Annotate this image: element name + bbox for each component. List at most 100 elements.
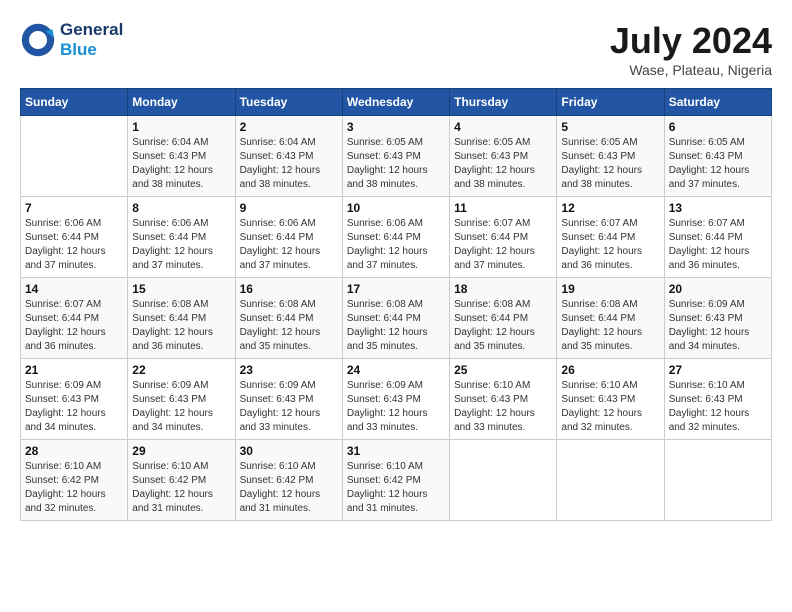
- day-number: 15: [132, 282, 230, 296]
- calendar-cell: 9Sunrise: 6:06 AM Sunset: 6:44 PM Daylig…: [235, 197, 342, 278]
- day-number: 6: [669, 120, 767, 134]
- calendar-cell: 21 Sunrise: 6:09 AM Sunset: 6:43 PM Dayli…: [21, 359, 128, 440]
- week-row-3: 14 Sunrise: 6:07 AM Sunset: 6:44 PM Dayli…: [21, 278, 772, 359]
- weekday-header-friday: Friday: [557, 89, 664, 116]
- day-info: Sunrise: 6:06 AM Sunset: 6:44 PM Dayligh…: [132, 217, 230, 273]
- day-info: Sunrise: 6:07 AM Sunset: 6:44 PM Dayligh…: [561, 217, 659, 273]
- day-info: Sunrise: 6:05 AM Sunset: 6:43 PM Dayligh…: [561, 136, 659, 192]
- calendar-cell: [21, 116, 128, 197]
- calendar-cell: 1 Sunrise: 6:04 AM Sunset: 6:43 PM Daylig…: [128, 116, 235, 197]
- day-number: 4: [454, 120, 552, 134]
- day-number: 5: [561, 120, 659, 134]
- weekday-header-wednesday: Wednesday: [342, 89, 449, 116]
- logo: General Blue: [20, 20, 123, 60]
- day-info: Sunrise: 6:09 AM Sunset: 6:43 PM Dayligh…: [669, 298, 767, 354]
- calendar-cell: 22 Sunrise: 6:09 AM Sunset: 6:43 PM Dayli…: [128, 359, 235, 440]
- day-info: Sunrise: 6:04 AM Sunset: 6:43 PM Dayligh…: [240, 136, 338, 192]
- header: General Blue July 2024 Wase, Plateau, Ni…: [20, 20, 772, 78]
- day-number: 13: [669, 201, 767, 215]
- calendar-cell: 24Sunrise: 6:09 AM Sunset: 6:43 PM Dayli…: [342, 359, 449, 440]
- calendar-cell: 6Sunrise: 6:05 AM Sunset: 6:43 PM Daylig…: [664, 116, 771, 197]
- day-info: Sunrise: 6:10 AM Sunset: 6:42 PM Dayligh…: [25, 460, 123, 516]
- day-number: 30: [240, 444, 338, 458]
- month-year: July 2024: [610, 20, 772, 62]
- calendar-cell: 26 Sunrise: 6:10 AM Sunset: 6:43 PM Dayli…: [557, 359, 664, 440]
- weekday-header-saturday: Saturday: [664, 89, 771, 116]
- calendar-cell: 29 Sunrise: 6:10 AM Sunset: 6:42 PM Dayli…: [128, 440, 235, 521]
- day-info: Sunrise: 6:10 AM Sunset: 6:43 PM Dayligh…: [454, 379, 552, 435]
- day-info: Sunrise: 6:09 AM Sunset: 6:43 PM Dayligh…: [240, 379, 338, 435]
- calendar-cell: 18Sunrise: 6:08 AM Sunset: 6:44 PM Dayli…: [450, 278, 557, 359]
- day-info: Sunrise: 6:10 AM Sunset: 6:42 PM Dayligh…: [347, 460, 445, 516]
- day-number: 3: [347, 120, 445, 134]
- day-number: 10: [347, 201, 445, 215]
- day-info: Sunrise: 6:07 AM Sunset: 6:44 PM Dayligh…: [25, 298, 123, 354]
- day-info: Sunrise: 6:10 AM Sunset: 6:42 PM Dayligh…: [240, 460, 338, 516]
- calendar-cell: 30 Sunrise: 6:10 AM Sunset: 6:42 PM Dayli…: [235, 440, 342, 521]
- weekday-header-monday: Monday: [128, 89, 235, 116]
- day-number: 26: [561, 363, 659, 377]
- calendar-cell: 5 Sunrise: 6:05 AM Sunset: 6:43 PM Daylig…: [557, 116, 664, 197]
- day-number: 1: [132, 120, 230, 134]
- weekday-header-row: SundayMondayTuesdayWednesdayThursdayFrid…: [21, 89, 772, 116]
- day-info: Sunrise: 6:10 AM Sunset: 6:42 PM Dayligh…: [132, 460, 230, 516]
- day-number: 2: [240, 120, 338, 134]
- day-number: 21: [25, 363, 123, 377]
- location: Wase, Plateau, Nigeria: [610, 62, 772, 78]
- day-info: Sunrise: 6:09 AM Sunset: 6:43 PM Dayligh…: [132, 379, 230, 435]
- calendar-cell: [664, 440, 771, 521]
- day-info: Sunrise: 6:08 AM Sunset: 6:44 PM Dayligh…: [240, 298, 338, 354]
- calendar-cell: 11Sunrise: 6:07 AM Sunset: 6:44 PM Dayli…: [450, 197, 557, 278]
- logo-icon: [20, 22, 56, 58]
- calendar-cell: 27 Sunrise: 6:10 AM Sunset: 6:43 PM Dayli…: [664, 359, 771, 440]
- weekday-header-tuesday: Tuesday: [235, 89, 342, 116]
- day-number: 29: [132, 444, 230, 458]
- day-info: Sunrise: 6:05 AM Sunset: 6:43 PM Dayligh…: [347, 136, 445, 192]
- weekday-header-thursday: Thursday: [450, 89, 557, 116]
- calendar-cell: 2 Sunrise: 6:04 AM Sunset: 6:43 PM Daylig…: [235, 116, 342, 197]
- day-number: 7: [25, 201, 123, 215]
- day-number: 11: [454, 201, 552, 215]
- week-row-2: 7 Sunrise: 6:06 AM Sunset: 6:44 PM Daylig…: [21, 197, 772, 278]
- day-number: 22: [132, 363, 230, 377]
- day-number: 25: [454, 363, 552, 377]
- logo-text: General Blue: [60, 20, 123, 60]
- day-info: Sunrise: 6:06 AM Sunset: 6:44 PM Dayligh…: [347, 217, 445, 273]
- calendar-cell: 20 Sunrise: 6:09 AM Sunset: 6:43 PM Dayli…: [664, 278, 771, 359]
- day-number: 24: [347, 363, 445, 377]
- day-info: Sunrise: 6:10 AM Sunset: 6:43 PM Dayligh…: [669, 379, 767, 435]
- day-info: Sunrise: 6:06 AM Sunset: 6:44 PM Dayligh…: [25, 217, 123, 273]
- weekday-header-sunday: Sunday: [21, 89, 128, 116]
- calendar-cell: 19 Sunrise: 6:08 AM Sunset: 6:44 PM Dayli…: [557, 278, 664, 359]
- day-info: Sunrise: 6:06 AM Sunset: 6:44 PM Dayligh…: [240, 217, 338, 273]
- day-number: 12: [561, 201, 659, 215]
- week-row-5: 28 Sunrise: 6:10 AM Sunset: 6:42 PM Dayli…: [21, 440, 772, 521]
- day-info: Sunrise: 6:09 AM Sunset: 6:43 PM Dayligh…: [25, 379, 123, 435]
- day-number: 16: [240, 282, 338, 296]
- day-number: 27: [669, 363, 767, 377]
- day-number: 18: [454, 282, 552, 296]
- day-info: Sunrise: 6:04 AM Sunset: 6:43 PM Dayligh…: [132, 136, 230, 192]
- calendar-cell: 16 Sunrise: 6:08 AM Sunset: 6:44 PM Dayli…: [235, 278, 342, 359]
- day-info: Sunrise: 6:10 AM Sunset: 6:43 PM Dayligh…: [561, 379, 659, 435]
- day-info: Sunrise: 6:08 AM Sunset: 6:44 PM Dayligh…: [347, 298, 445, 354]
- calendar-cell: [557, 440, 664, 521]
- day-info: Sunrise: 6:08 AM Sunset: 6:44 PM Dayligh…: [561, 298, 659, 354]
- calendar-cell: 28 Sunrise: 6:10 AM Sunset: 6:42 PM Dayli…: [21, 440, 128, 521]
- day-number: 17: [347, 282, 445, 296]
- calendar-cell: 12 Sunrise: 6:07 AM Sunset: 6:44 PM Dayli…: [557, 197, 664, 278]
- calendar-cell: 25 Sunrise: 6:10 AM Sunset: 6:43 PM Dayli…: [450, 359, 557, 440]
- calendar-table: SundayMondayTuesdayWednesdayThursdayFrid…: [20, 88, 772, 521]
- week-row-4: 21 Sunrise: 6:09 AM Sunset: 6:43 PM Dayli…: [21, 359, 772, 440]
- day-info: Sunrise: 6:08 AM Sunset: 6:44 PM Dayligh…: [132, 298, 230, 354]
- day-number: 19: [561, 282, 659, 296]
- day-number: 20: [669, 282, 767, 296]
- calendar-cell: 15 Sunrise: 6:08 AM Sunset: 6:44 PM Dayli…: [128, 278, 235, 359]
- calendar-cell: 14 Sunrise: 6:07 AM Sunset: 6:44 PM Dayli…: [21, 278, 128, 359]
- day-info: Sunrise: 6:07 AM Sunset: 6:44 PM Dayligh…: [669, 217, 767, 273]
- day-number: 14: [25, 282, 123, 296]
- calendar-cell: 31Sunrise: 6:10 AM Sunset: 6:42 PM Dayli…: [342, 440, 449, 521]
- day-number: 28: [25, 444, 123, 458]
- title-area: July 2024 Wase, Plateau, Nigeria: [610, 20, 772, 78]
- calendar-cell: [450, 440, 557, 521]
